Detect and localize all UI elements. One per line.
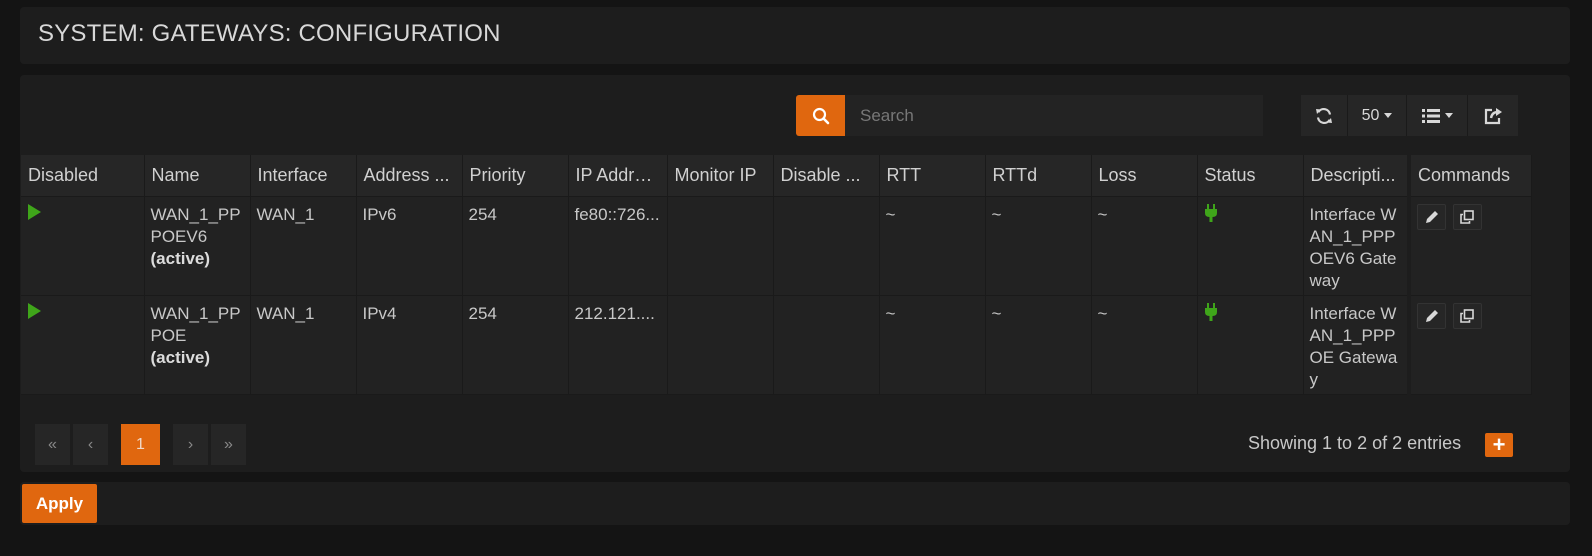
grid-toolbar: 50 bbox=[1301, 95, 1518, 136]
gateway-name: WAN_1_PPPOE bbox=[150, 304, 241, 345]
apply-button[interactable]: Apply bbox=[22, 484, 97, 523]
name-cell: WAN_1_PPPOE (active) bbox=[144, 295, 251, 395]
clone-icon bbox=[1460, 210, 1475, 224]
column-header-priority[interactable]: Priority bbox=[462, 155, 569, 197]
play-icon[interactable] bbox=[27, 204, 41, 220]
column-header-rttd[interactable]: RTTd bbox=[985, 155, 1092, 197]
page-size-dropdown[interactable]: 50 bbox=[1348, 95, 1407, 136]
pagination: « ‹ 1 › » bbox=[35, 424, 246, 465]
column-header-name[interactable]: Name bbox=[144, 155, 251, 197]
prev-page-button[interactable]: ‹ bbox=[73, 424, 108, 465]
active-badge: (active) bbox=[150, 249, 211, 268]
column-header-monitor-ip[interactable]: Monitor IP bbox=[667, 155, 774, 197]
column-header-commands: Commands bbox=[1407, 155, 1532, 197]
active-badge: (active) bbox=[150, 348, 211, 367]
export-icon bbox=[1484, 107, 1502, 124]
monitor-ip-cell bbox=[667, 196, 774, 296]
gateways-table: Disabled Name Interface Address ... Prio… bbox=[21, 155, 1532, 395]
commands-cell bbox=[1407, 295, 1532, 395]
pencil-icon bbox=[1425, 211, 1438, 223]
interface-cell: WAN_1 bbox=[250, 295, 357, 395]
edit-button[interactable] bbox=[1417, 303, 1446, 329]
apply-bar bbox=[20, 482, 1570, 525]
status-cell bbox=[1197, 295, 1304, 395]
rtt-cell: ~ bbox=[879, 196, 986, 296]
page-1-button[interactable]: 1 bbox=[121, 424, 160, 465]
priority-cell: 254 bbox=[462, 295, 569, 395]
disable-monitoring-cell bbox=[773, 196, 880, 296]
list-icon bbox=[1421, 108, 1440, 123]
priority-cell: 254 bbox=[462, 196, 569, 296]
loss-cell: ~ bbox=[1091, 196, 1198, 296]
gateway-name: WAN_1_PPPOEV6 bbox=[150, 205, 241, 246]
columns-dropdown[interactable] bbox=[1407, 95, 1468, 136]
commands-cell bbox=[1407, 196, 1532, 296]
plug-icon bbox=[1204, 303, 1217, 321]
disable-monitoring-cell bbox=[773, 295, 880, 395]
address-family-cell: IPv6 bbox=[356, 196, 463, 296]
status-cell bbox=[1197, 196, 1304, 296]
entries-summary: Showing 1 to 2 of 2 entries bbox=[1248, 433, 1462, 453]
column-header-disable-monitoring[interactable]: Disable ... bbox=[773, 155, 880, 197]
interface-cell: WAN_1 bbox=[250, 196, 357, 296]
chevron-down-icon bbox=[1384, 113, 1393, 118]
page-header: SYSTEM: GATEWAYS: CONFIGURATION bbox=[20, 7, 1570, 64]
play-icon[interactable] bbox=[27, 303, 41, 319]
table-row[interactable]: WAN_1_PPPOEV6 (active) WAN_1 IPv6 254 fe… bbox=[21, 196, 1532, 296]
description-cell: Interface WAN_1_PPPOE Gateway bbox=[1303, 295, 1410, 395]
column-header-ip-address[interactable]: IP Address bbox=[568, 155, 668, 197]
pencil-icon bbox=[1425, 310, 1438, 322]
clone-button[interactable] bbox=[1452, 204, 1482, 230]
column-header-status[interactable]: Status bbox=[1197, 155, 1304, 197]
clone-button[interactable] bbox=[1452, 303, 1482, 329]
rttd-cell: ~ bbox=[985, 295, 1092, 395]
search-input[interactable] bbox=[845, 95, 1263, 136]
column-header-disabled[interactable]: Disabled bbox=[21, 155, 145, 197]
monitor-ip-cell bbox=[667, 295, 774, 395]
edit-button[interactable] bbox=[1417, 204, 1446, 230]
page-size-value: 50 bbox=[1361, 106, 1380, 124]
plug-icon bbox=[1204, 204, 1217, 222]
clone-icon bbox=[1460, 309, 1475, 323]
add-gateway-button[interactable]: + bbox=[1485, 433, 1513, 457]
table-header-row: Disabled Name Interface Address ... Prio… bbox=[21, 155, 1532, 197]
disabled-cell bbox=[21, 295, 145, 395]
search-icon bbox=[812, 107, 829, 124]
first-page-button[interactable]: « bbox=[35, 424, 70, 465]
page-title: SYSTEM: GATEWAYS: CONFIGURATION bbox=[38, 20, 501, 47]
rttd-cell: ~ bbox=[985, 196, 1092, 296]
column-header-rtt[interactable]: RTT bbox=[879, 155, 986, 197]
address-family-cell: IPv4 bbox=[356, 295, 463, 395]
ip-address-cell: fe80::726... bbox=[568, 196, 668, 296]
chevron-down-icon bbox=[1444, 113, 1453, 118]
column-header-description[interactable]: Descripti... bbox=[1303, 155, 1410, 197]
ip-address-cell: 212.121.... bbox=[568, 295, 668, 395]
last-page-button[interactable]: » bbox=[211, 424, 246, 465]
refresh-icon bbox=[1316, 107, 1332, 124]
name-cell: WAN_1_PPPOEV6 (active) bbox=[144, 196, 251, 296]
column-header-interface[interactable]: Interface bbox=[250, 155, 357, 197]
next-page-button[interactable]: › bbox=[173, 424, 208, 465]
description-cell: Interface WAN_1_PPPOEV6 Gateway bbox=[1303, 196, 1410, 296]
table-row[interactable]: WAN_1_PPPOE (active) WAN_1 IPv4 254 212.… bbox=[21, 295, 1532, 395]
rtt-cell: ~ bbox=[879, 295, 986, 395]
refresh-button[interactable] bbox=[1301, 95, 1348, 136]
search-button[interactable] bbox=[796, 95, 845, 136]
loss-cell: ~ bbox=[1091, 295, 1198, 395]
column-header-address-family[interactable]: Address ... bbox=[356, 155, 463, 197]
column-header-loss[interactable]: Loss bbox=[1091, 155, 1198, 197]
export-button[interactable] bbox=[1468, 95, 1518, 136]
disabled-cell bbox=[21, 196, 145, 296]
